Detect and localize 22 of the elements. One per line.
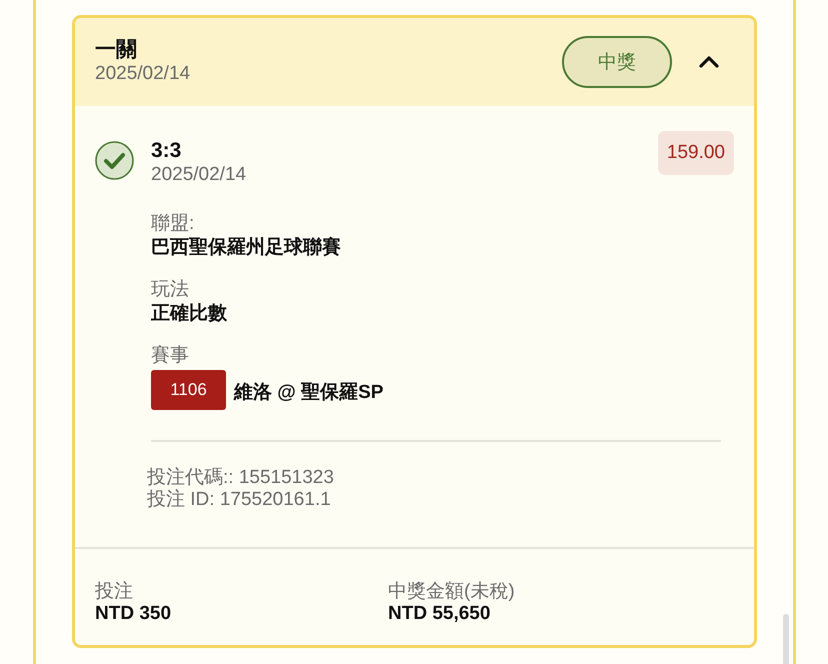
bet-code-text: 投注 ID: 175520161.1 <box>147 489 331 511</box>
summary-label: 中獎金額(未稅) <box>388 580 515 603</box>
summary-value: NTD 55,650 <box>388 603 490 625</box>
detail-label: 玩法 <box>151 278 189 302</box>
bet-date: 2025/02/14 <box>95 62 190 86</box>
detail-value: 正確比數 <box>151 302 227 326</box>
detail-value: 巴西聖保羅州足球聯賽 <box>151 236 341 260</box>
odds-badge: 159.00 <box>658 131 734 175</box>
score-text: 3:3 <box>151 139 182 163</box>
detail-label: 聯盟: <box>151 212 194 236</box>
status-badge: 中獎 <box>562 36 672 88</box>
chevron-icon[interactable] <box>699 56 719 68</box>
card-header[interactable]: 一關 2025/02/14 中獎 <box>75 18 754 106</box>
match-code-badge: 1106 <box>151 370 226 410</box>
detail-label: 賽事 <box>151 344 189 368</box>
summary-value: NTD 350 <box>95 603 172 625</box>
match-date: 2025/02/14 <box>151 163 246 187</box>
scrollbar-thumb[interactable] <box>783 614 789 664</box>
summary-label: 投注 <box>95 580 133 603</box>
bet-code-text: 投注代碼:: 155151323 <box>147 467 334 489</box>
bet-type-title: 一關 <box>95 38 137 62</box>
match-name: 維洛 @ 聖保羅SP <box>234 381 384 405</box>
